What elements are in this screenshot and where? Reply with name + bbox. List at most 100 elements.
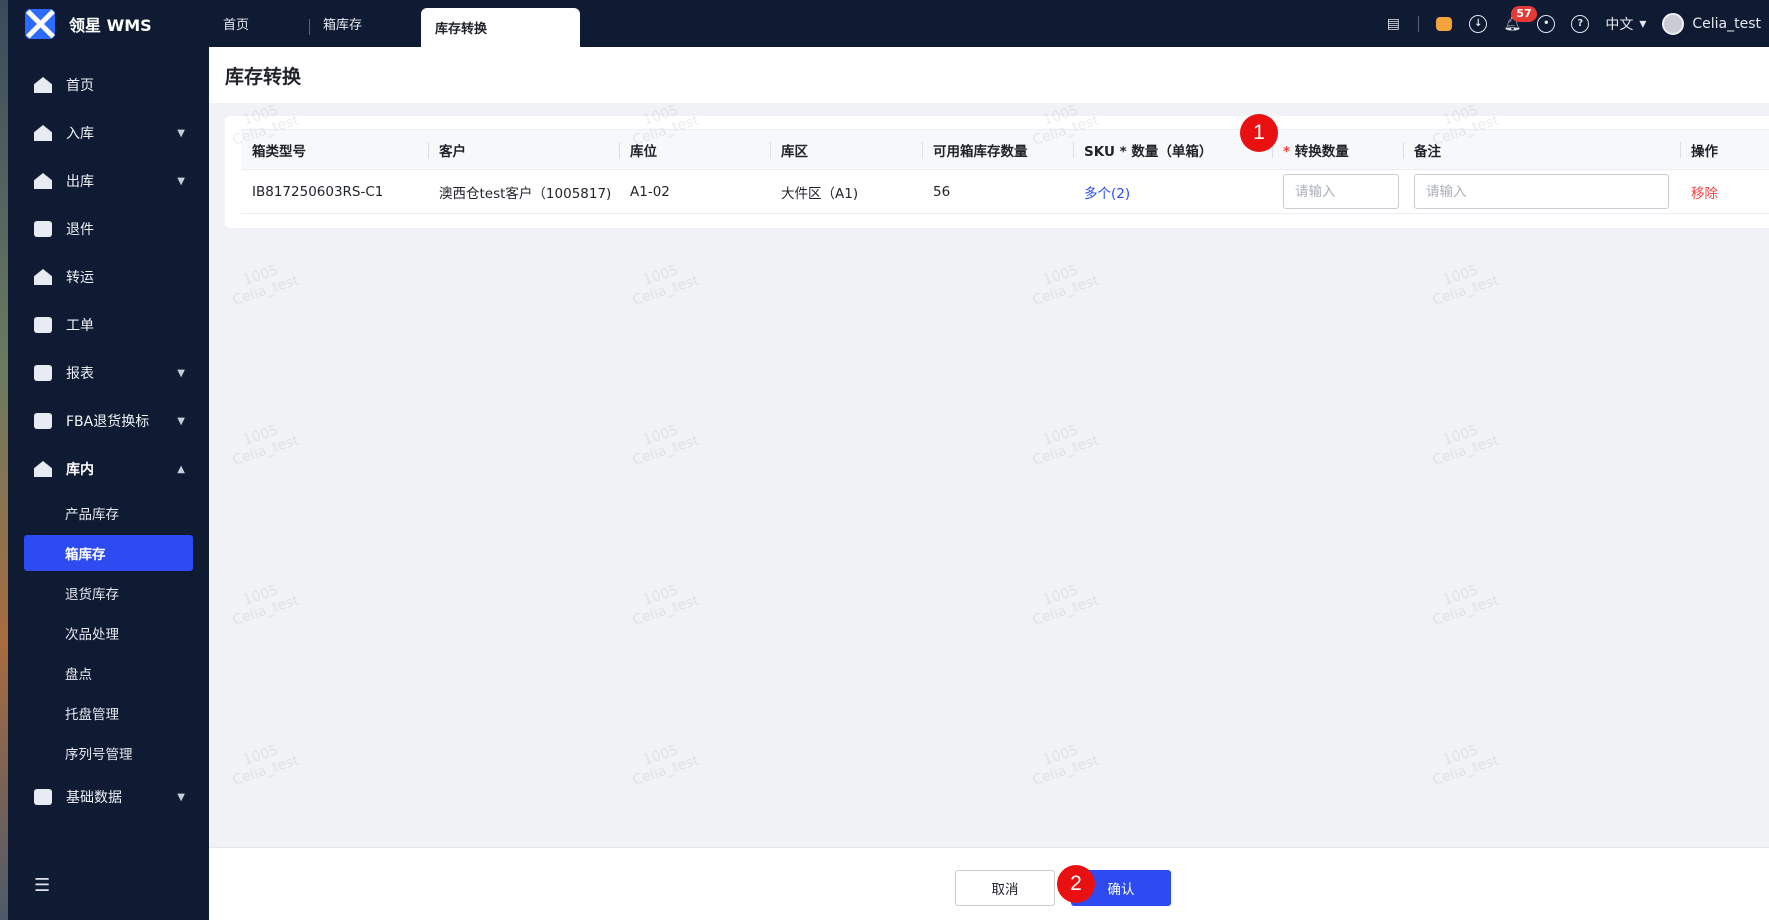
watermark: 1005Celia_test (1026, 257, 1101, 309)
sidebar-item-outbound[interactable]: 出库 ▼ (8, 157, 209, 205)
watermark-line1: 1005 (1041, 742, 1081, 769)
cancel-button[interactable]: 取消 (955, 870, 1055, 906)
watermark-line1: 1005 (1441, 262, 1481, 289)
collapse-menu-icon[interactable]: ☰ (34, 875, 50, 896)
sidebar-sub-defective[interactable]: 次品处理 (8, 613, 209, 653)
top-bar: 领星 WMS 首页 箱库存 库存转换 ▤ ↓ 🔔︎ 57 • ? 中文 ▾ Celi… (8, 0, 1769, 47)
sidebar-item-label: 盘点 (65, 667, 92, 683)
sidebar-item-work-order[interactable]: 工单 (8, 301, 209, 349)
table-header-row: 箱类型号 客户 库位 库区 可用箱库存数量 SKU * 数量（单箱） * 转换数… (241, 129, 1769, 170)
logo-icon (25, 8, 55, 39)
watermark: 1005Celia_test (1426, 417, 1501, 469)
divider (1418, 15, 1420, 32)
sidebar-sub-box-inventory[interactable]: 箱库存 (24, 535, 193, 571)
table-row: IB817250603RS-C1 澳西仓test客户（1005817) A1-0… (241, 169, 1769, 214)
form-footer: 取消 确认 2 (209, 847, 1769, 920)
sidebar-item-label: 退件 (66, 222, 94, 238)
watermark: 1005Celia_test (1426, 577, 1501, 629)
watermark: 1005Celia_test (1426, 257, 1501, 309)
sidebar-item-transfer[interactable]: 转运 (8, 253, 209, 301)
watermark-line2: Celia_test (1030, 752, 1101, 789)
sidebar-item-home[interactable]: 首页 (8, 61, 209, 109)
watermark-line2: Celia_test (630, 272, 701, 309)
sidebar-item-label: 库内 (66, 462, 94, 478)
tab-label: 库存转换 (435, 22, 488, 37)
language-select[interactable]: 中文 ▾ (1605, 14, 1646, 34)
settings-icon[interactable]: • (1537, 14, 1556, 33)
watermark: 1005Celia_test (1026, 577, 1101, 629)
sidebar-item-reports[interactable]: 报表 ▼ (8, 349, 209, 397)
cell-area: 大件区（A1) (770, 169, 922, 214)
top-tabs: 首页 箱库存 库存转换 (209, 0, 580, 47)
watermark-line1: 1005 (1441, 422, 1481, 449)
col-remark: 备注 (1403, 129, 1680, 170)
language-label: 中文 (1605, 16, 1634, 33)
step-marker-1: 1 (1240, 114, 1278, 152)
watermark-line1: 1005 (1041, 422, 1081, 449)
chevron-up-icon: ▲ (177, 463, 185, 475)
watermark-line2: Celia_test (1430, 592, 1501, 629)
col-area: 库区 (770, 129, 922, 170)
sku-detail-link[interactable]: 多个(2) (1084, 186, 1130, 202)
help-icon[interactable]: ? (1571, 14, 1590, 33)
watermark-line1: 1005 (641, 582, 681, 609)
tab-home[interactable]: 首页 (209, 0, 309, 47)
main-content: 库存转换 箱类型号 客户 库位 库区 可用箱库存数量 SKU * 数量（单箱） … (209, 47, 1769, 920)
chevron-down-icon: ▼ (177, 175, 185, 187)
tab-inventory-conversion[interactable]: 库存转换 (421, 8, 580, 47)
remove-button[interactable]: 移除 (1691, 186, 1718, 202)
required-mark: * (1283, 143, 1291, 160)
watermark: 1005Celia_test (226, 417, 301, 469)
cell-box-type: IB817250603RS-C1 (241, 169, 428, 214)
inbound-icon (34, 125, 52, 141)
sidebar-item-label: 基础数据 (66, 790, 122, 806)
watermark: 1005Celia_test (1026, 737, 1101, 789)
column-label: 转换数量 (1294, 143, 1349, 160)
page-title: 库存转换 (209, 47, 1769, 103)
watermark-line1: 1005 (1041, 262, 1081, 289)
bell-icon[interactable]: 🔔︎ 57 (1503, 5, 1537, 33)
sidebar-sub-stocktake[interactable]: 盘点 (8, 653, 209, 693)
col-available-qty: 可用箱库存数量 (922, 129, 1073, 170)
sidebar-item-inbound[interactable]: 入库 ▼ (8, 109, 209, 157)
archive-icon[interactable]: ▤ (1384, 15, 1402, 33)
watermark-line2: Celia_test (630, 432, 701, 469)
caret-down-icon: ▾ (1639, 15, 1647, 32)
col-convert-qty: * 转换数量 (1272, 129, 1403, 170)
chevron-down-icon: ▼ (177, 791, 185, 803)
watermark-line1: 1005 (241, 422, 281, 449)
watermark-line1: 1005 (241, 742, 281, 769)
sidebar-item-base-data[interactable]: 基础数据 ▼ (8, 773, 209, 821)
sidebar-sub-pallet[interactable]: 托盘管理 (8, 693, 209, 733)
sidebar-item-label: 首页 (66, 78, 94, 94)
username: Celia_test (1692, 15, 1761, 32)
sidebar-item-label: FBA退货换标 (66, 414, 150, 430)
sidebar-item-label: 序列号管理 (65, 747, 133, 763)
download-icon[interactable]: ↓ (1469, 14, 1488, 33)
notification-badge: 57 (1511, 5, 1537, 22)
watermark-line2: Celia_test (630, 752, 701, 789)
database-icon (34, 789, 52, 805)
transfer-icon (34, 269, 52, 285)
sidebar-sub-product-inventory[interactable]: 产品库存 (8, 493, 209, 533)
sidebar-item-label: 箱库存 (65, 547, 106, 563)
watermark-line1: 1005 (1441, 742, 1481, 769)
remark-input[interactable] (1414, 174, 1669, 209)
tab-box-inventory[interactable]: 箱库存 (309, 0, 409, 47)
sidebar-item-warehouse[interactable]: 库内 ▲ (8, 445, 209, 493)
convert-qty-input[interactable] (1283, 174, 1399, 209)
col-customer: 客户 (428, 129, 619, 170)
watermark: 1005Celia_test (626, 737, 701, 789)
robot-icon[interactable] (1435, 15, 1453, 33)
user-menu[interactable]: Celia_test (1662, 12, 1761, 35)
watermark-line2: Celia_test (1430, 752, 1501, 789)
header-actions: ▤ ↓ 🔔︎ 57 • ? 中文 ▾ Celia_test (1384, 0, 1769, 47)
watermark-line1: 1005 (1441, 582, 1481, 609)
sidebar-item-label: 入库 (66, 126, 94, 142)
cell-convert-qty (1272, 169, 1403, 214)
sidebar-sub-return-inventory[interactable]: 退货库存 (8, 573, 209, 613)
sidebar-item-fba[interactable]: FBA退货换标 ▼ (8, 397, 209, 445)
sidebar-sub-serial[interactable]: 序列号管理 (8, 733, 209, 773)
brand[interactable]: 领星 WMS (8, 0, 209, 47)
sidebar-item-returns[interactable]: 退件 (8, 205, 209, 253)
